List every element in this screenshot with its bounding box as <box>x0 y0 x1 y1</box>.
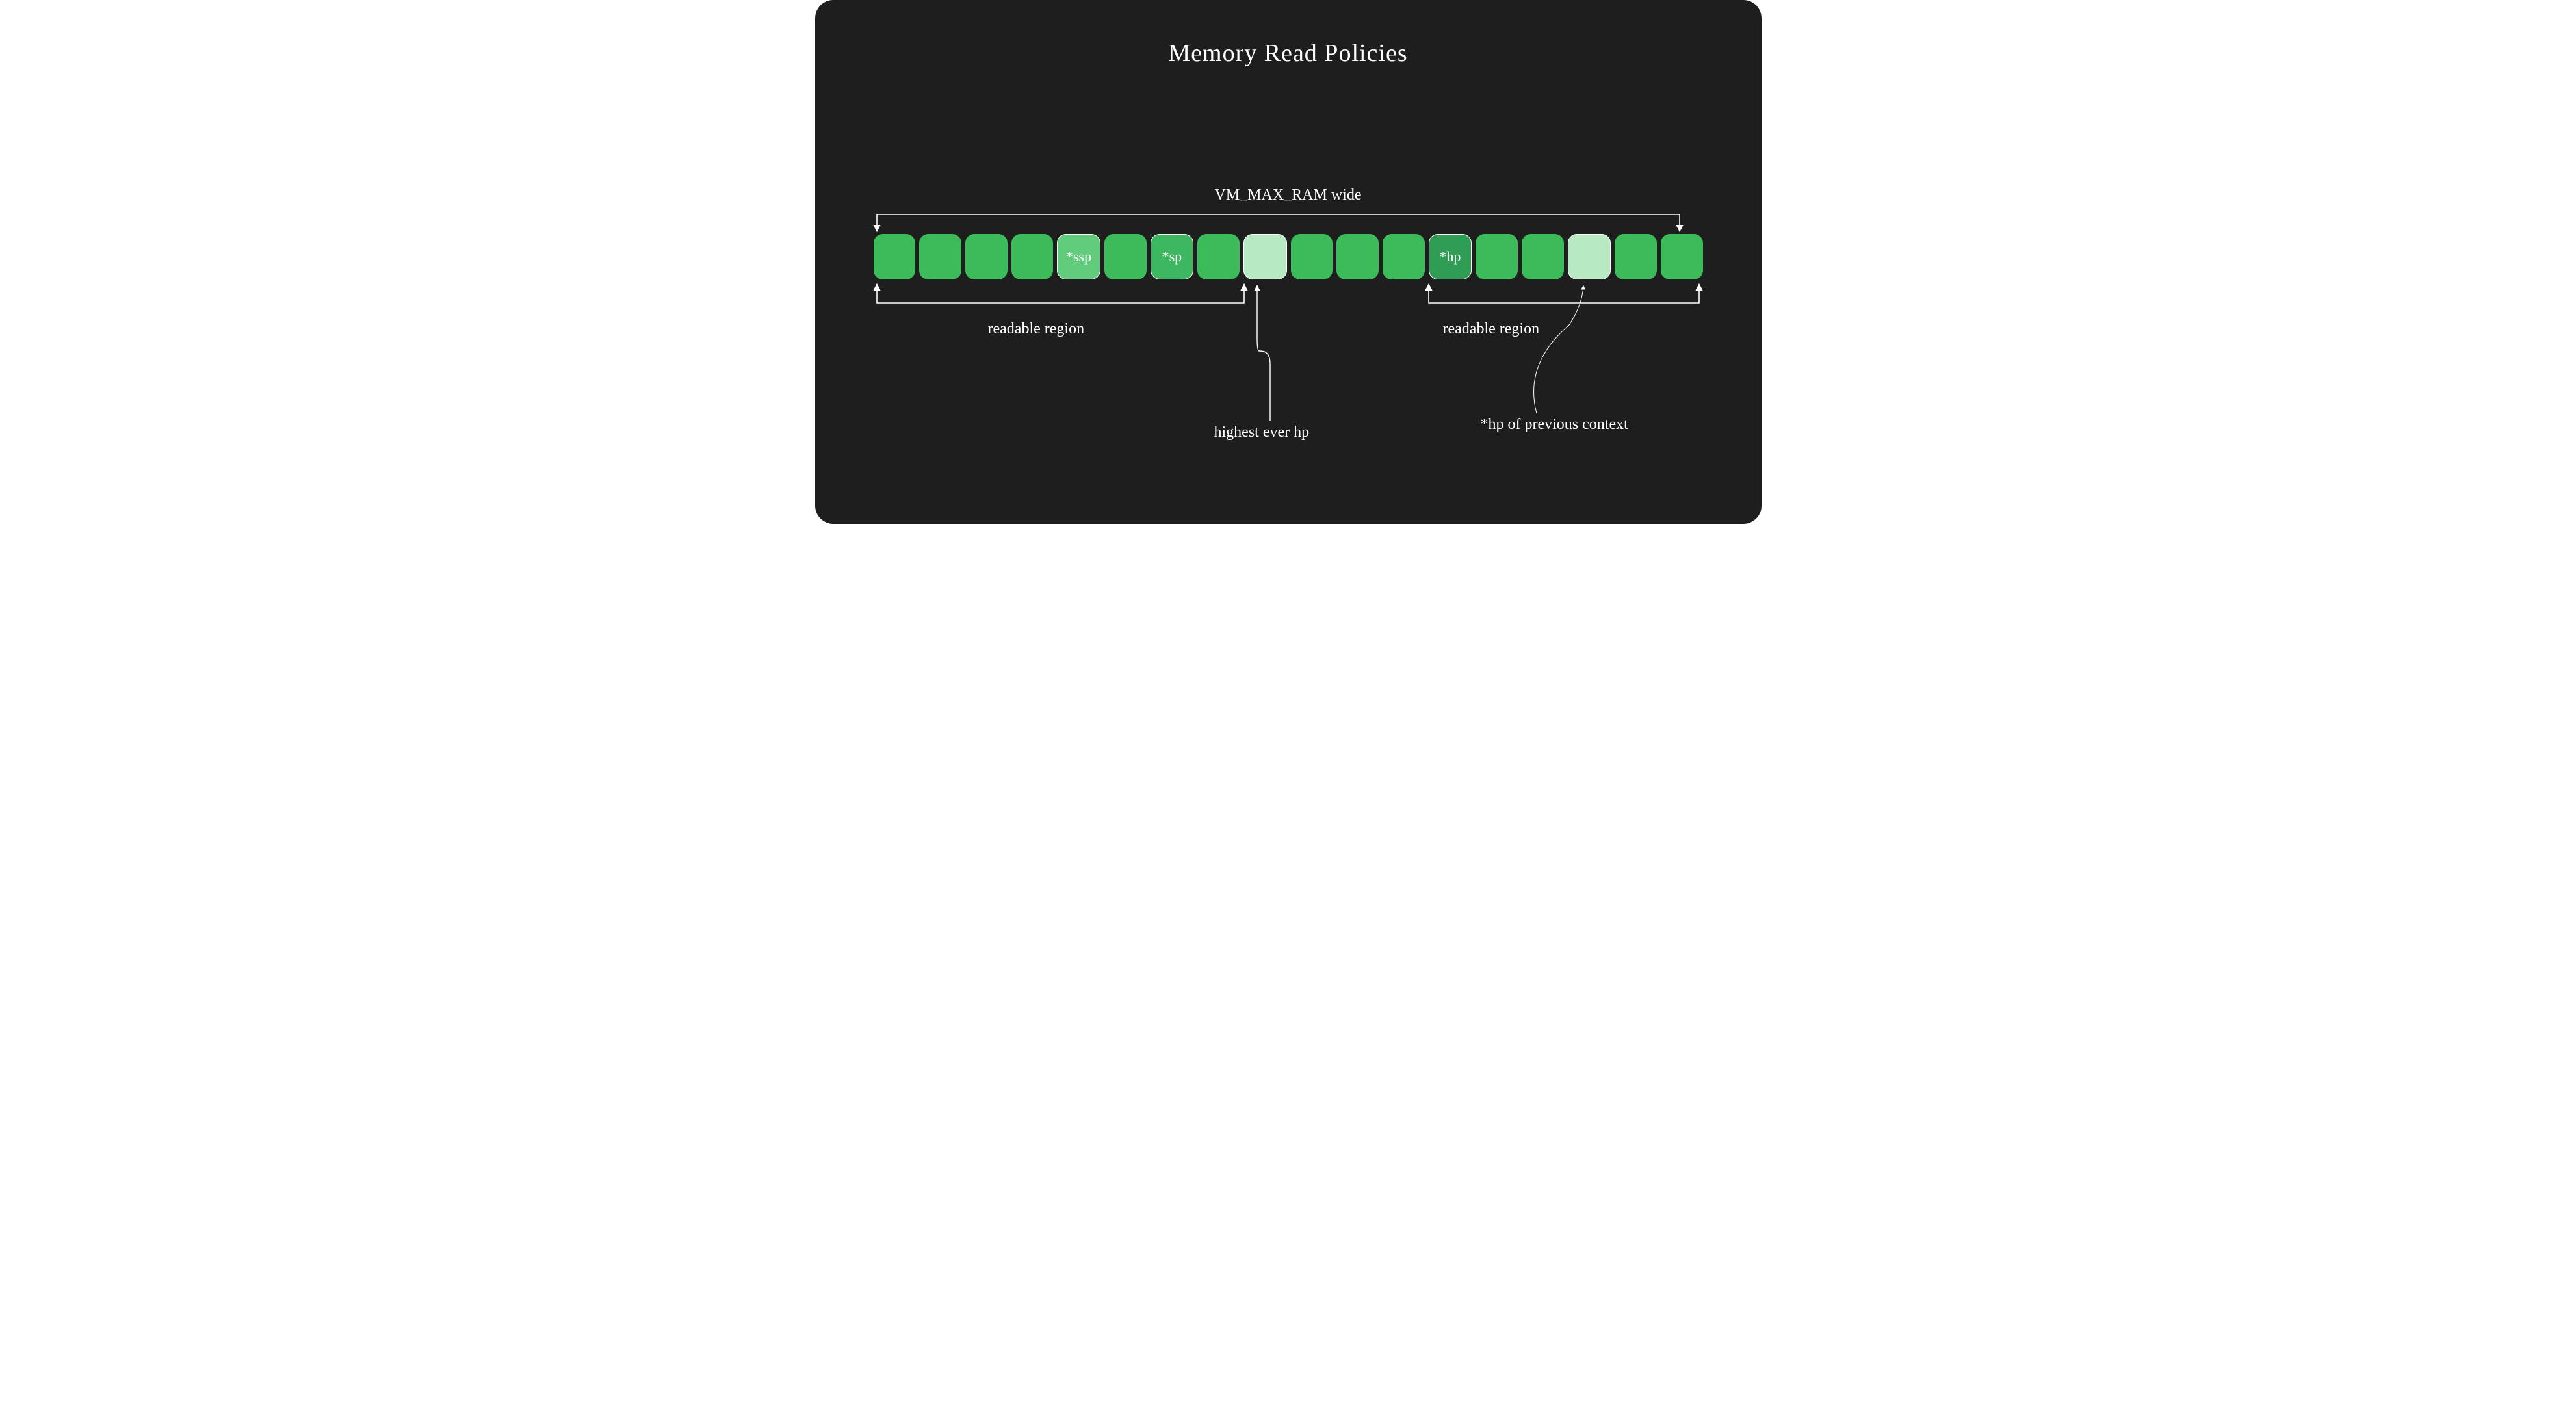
bracket-readable-1 <box>877 285 1244 303</box>
cell-13 <box>1476 234 1518 279</box>
cell-hp: *hp <box>1429 234 1472 279</box>
cell-9 <box>1291 234 1333 279</box>
bracket-vm-max-ram <box>877 214 1680 231</box>
diagram-title: Memory Read Policies <box>1168 39 1407 68</box>
cell-highest-hp <box>1243 234 1287 279</box>
cell-5 <box>1104 234 1147 279</box>
label-readable-region-2: readable region <box>1443 320 1540 338</box>
label-prev-context-hp: *hp of previous context <box>1481 416 1628 434</box>
cell-1 <box>919 234 961 279</box>
cell-10 <box>1336 234 1379 279</box>
cell-11 <box>1383 234 1425 279</box>
label-highest-ever-hp: highest ever hp <box>1214 424 1310 441</box>
cell-14 <box>1522 234 1564 279</box>
cell-3 <box>1011 234 1054 279</box>
cell-ssp: *ssp <box>1057 234 1100 279</box>
cell-17 <box>1661 234 1703 279</box>
cell-16 <box>1615 234 1657 279</box>
bracket-readable-2 <box>1429 285 1699 303</box>
cell-prev-hp <box>1568 234 1611 279</box>
arrow-prev-context-hp <box>1533 286 1583 413</box>
arrow-highest-hp <box>1257 286 1270 421</box>
diagram-frame: Memory Read Policies *ssp *sp *hp VM_MAX… <box>815 0 1762 524</box>
cell-7 <box>1197 234 1240 279</box>
label-readable-region-1: readable region <box>988 320 1085 338</box>
cell-sp: *sp <box>1151 234 1194 279</box>
label-vm-max-ram: VM_MAX_RAM wide <box>1214 187 1361 204</box>
memory-cells-row: *ssp *sp *hp <box>874 234 1703 279</box>
cell-0 <box>874 234 916 279</box>
cell-2 <box>965 234 1008 279</box>
